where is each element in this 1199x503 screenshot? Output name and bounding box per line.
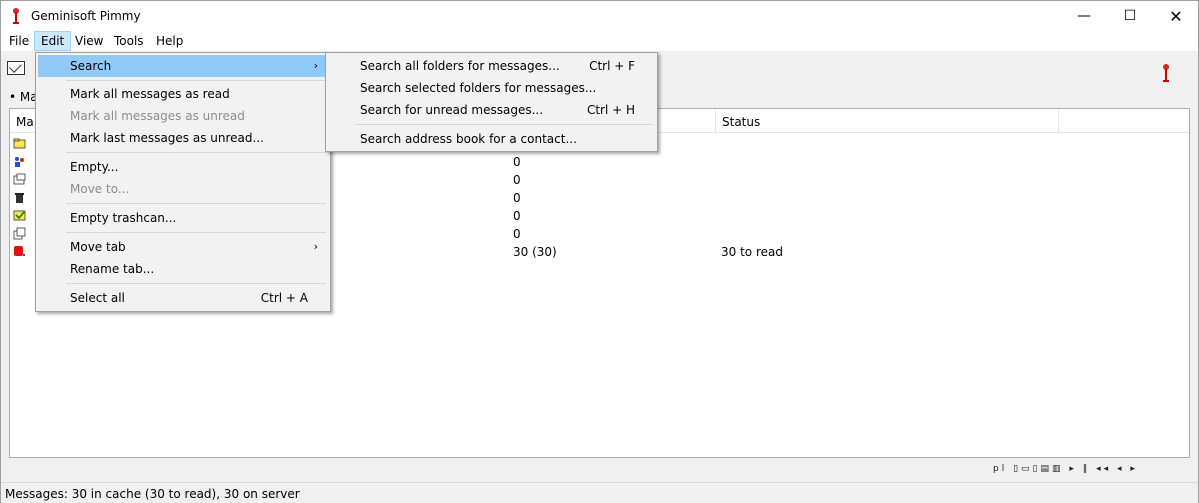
menu-separator [66,152,326,153]
menu-item-select-all[interactable]: Select all Ctrl + A [38,287,328,309]
folder-count: 0 [513,155,521,169]
menu-item-rename-tab[interactable]: Rename tab... [38,258,328,280]
folder-count: 0 [513,191,521,205]
minimize-icon: — [1077,8,1091,24]
menu-item-label: Mark all messages as read [70,87,230,101]
menu-item-shortcut: Ctrl + A [260,291,308,305]
menu-bar: File Edit View Tools Help [1,31,1198,51]
menu-item-search[interactable]: Search › [38,55,328,77]
menu-item-label: Move tab [70,240,126,254]
menu-item-label: Search all folders for messages... [360,59,560,73]
menu-help[interactable]: Help [150,31,189,51]
navigation-strip: pl ▯▭▯▤▥ ▸ ‖ ◂◂ ◂ ▸ [1,460,1198,482]
menu-item-label: Rename tab... [70,262,155,276]
folder-count: 0 [513,209,521,223]
menu-edit[interactable]: Edit [34,31,72,51]
menu-view[interactable]: View [69,31,109,51]
minimize-button[interactable]: — [1061,1,1107,31]
folder-status: 30 to read [721,245,783,259]
pimmy-status-icon[interactable] [1161,63,1171,83]
folder-icon [13,138,26,149]
menu-item-move-to: Move to... [38,178,328,200]
menu-separator [66,80,326,81]
menu-item-empty-trashcan[interactable]: Empty trashcan... [38,207,328,229]
folder-count: 30 (30) [513,245,557,259]
menu-item-mark-all-unread: Mark all messages as unread [38,105,328,127]
status-bar: Messages: 30 in cache (30 to read), 30 o… [1,482,1198,503]
menu-item-shortcut: Ctrl + H [586,103,635,117]
menu-item-label: Move to... [70,182,130,196]
drafts-icon [13,227,26,240]
close-icon: ✕ [1169,6,1183,26]
submenu-arrow-icon: › [313,59,318,72]
close-button[interactable]: ✕ [1153,1,1199,31]
folder-count: 0 [513,173,521,187]
column-header-status[interactable]: Status [716,109,1059,133]
menu-item-label: Search [70,59,112,73]
menu-item-search-address-book[interactable]: Search address book for a contact... [328,128,655,150]
menu-item-label: Select all [70,291,125,305]
checked-icon [13,210,26,221]
menu-item-label: Search address book for a contact... [360,132,577,146]
menu-item-label: Empty... [70,160,119,174]
folder-count: 0 [513,227,521,241]
menu-separator [66,203,326,204]
tab-mailbox[interactable]: • Ma [9,88,38,106]
status-text: Messages: 30 in cache (30 to read), 30 o… [5,487,300,501]
menu-item-label: Mark last messages as unread... [70,131,264,145]
menu-item-label: Search selected folders for messages... [360,81,597,95]
menu-item-mark-all-read[interactable]: Mark all messages as read [38,83,328,105]
window-title: Geminisoft Pimmy [31,9,141,23]
menu-tools[interactable]: Tools [108,31,150,51]
menu-item-search-selected-folders[interactable]: Search selected folders for messages... [328,77,655,99]
search-submenu: Search all folders for messages... Ctrl … [325,52,658,152]
view-controls[interactable]: pl ▯▭▯▤▥ ▸ ‖ ◂◂ ◂ ▸ [993,464,1138,474]
menu-item-label: Search for unread messages... [360,103,544,117]
compose-mail-icon[interactable] [7,61,25,75]
menu-item-search-unread[interactable]: Search for unread messages... Ctrl + H [328,99,655,121]
trash-icon [15,193,24,203]
inbox-icon [14,246,25,256]
menu-item-label: Mark all messages as unread [70,109,245,123]
edit-menu: Search › Mark all messages as read Mark … [35,52,331,312]
menu-item-shortcut: Ctrl + F [589,59,635,73]
menu-separator [356,124,653,125]
pimmy-logo-icon [13,8,19,24]
menu-item-label: Empty trashcan... [70,211,177,225]
menu-item-empty[interactable]: Empty... [38,156,328,178]
menu-file[interactable]: File [3,31,35,51]
menu-item-mark-last-unread[interactable]: Mark last messages as unread... [38,127,328,149]
outbox-icon [13,173,26,185]
title-bar: Geminisoft Pimmy — ☐ ✕ [1,1,1198,31]
menu-item-move-tab[interactable]: Move tab › [38,236,328,258]
menu-separator [66,283,326,284]
menu-item-search-all-folders[interactable]: Search all folders for messages... Ctrl … [328,55,655,77]
menu-separator [66,232,326,233]
maximize-icon: ☐ [1123,8,1137,24]
maximize-button[interactable]: ☐ [1107,1,1153,31]
app-window: Geminisoft Pimmy — ☐ ✕ File Edit View To… [0,0,1199,503]
users-icon [15,157,24,167]
submenu-arrow-icon: › [313,240,318,253]
